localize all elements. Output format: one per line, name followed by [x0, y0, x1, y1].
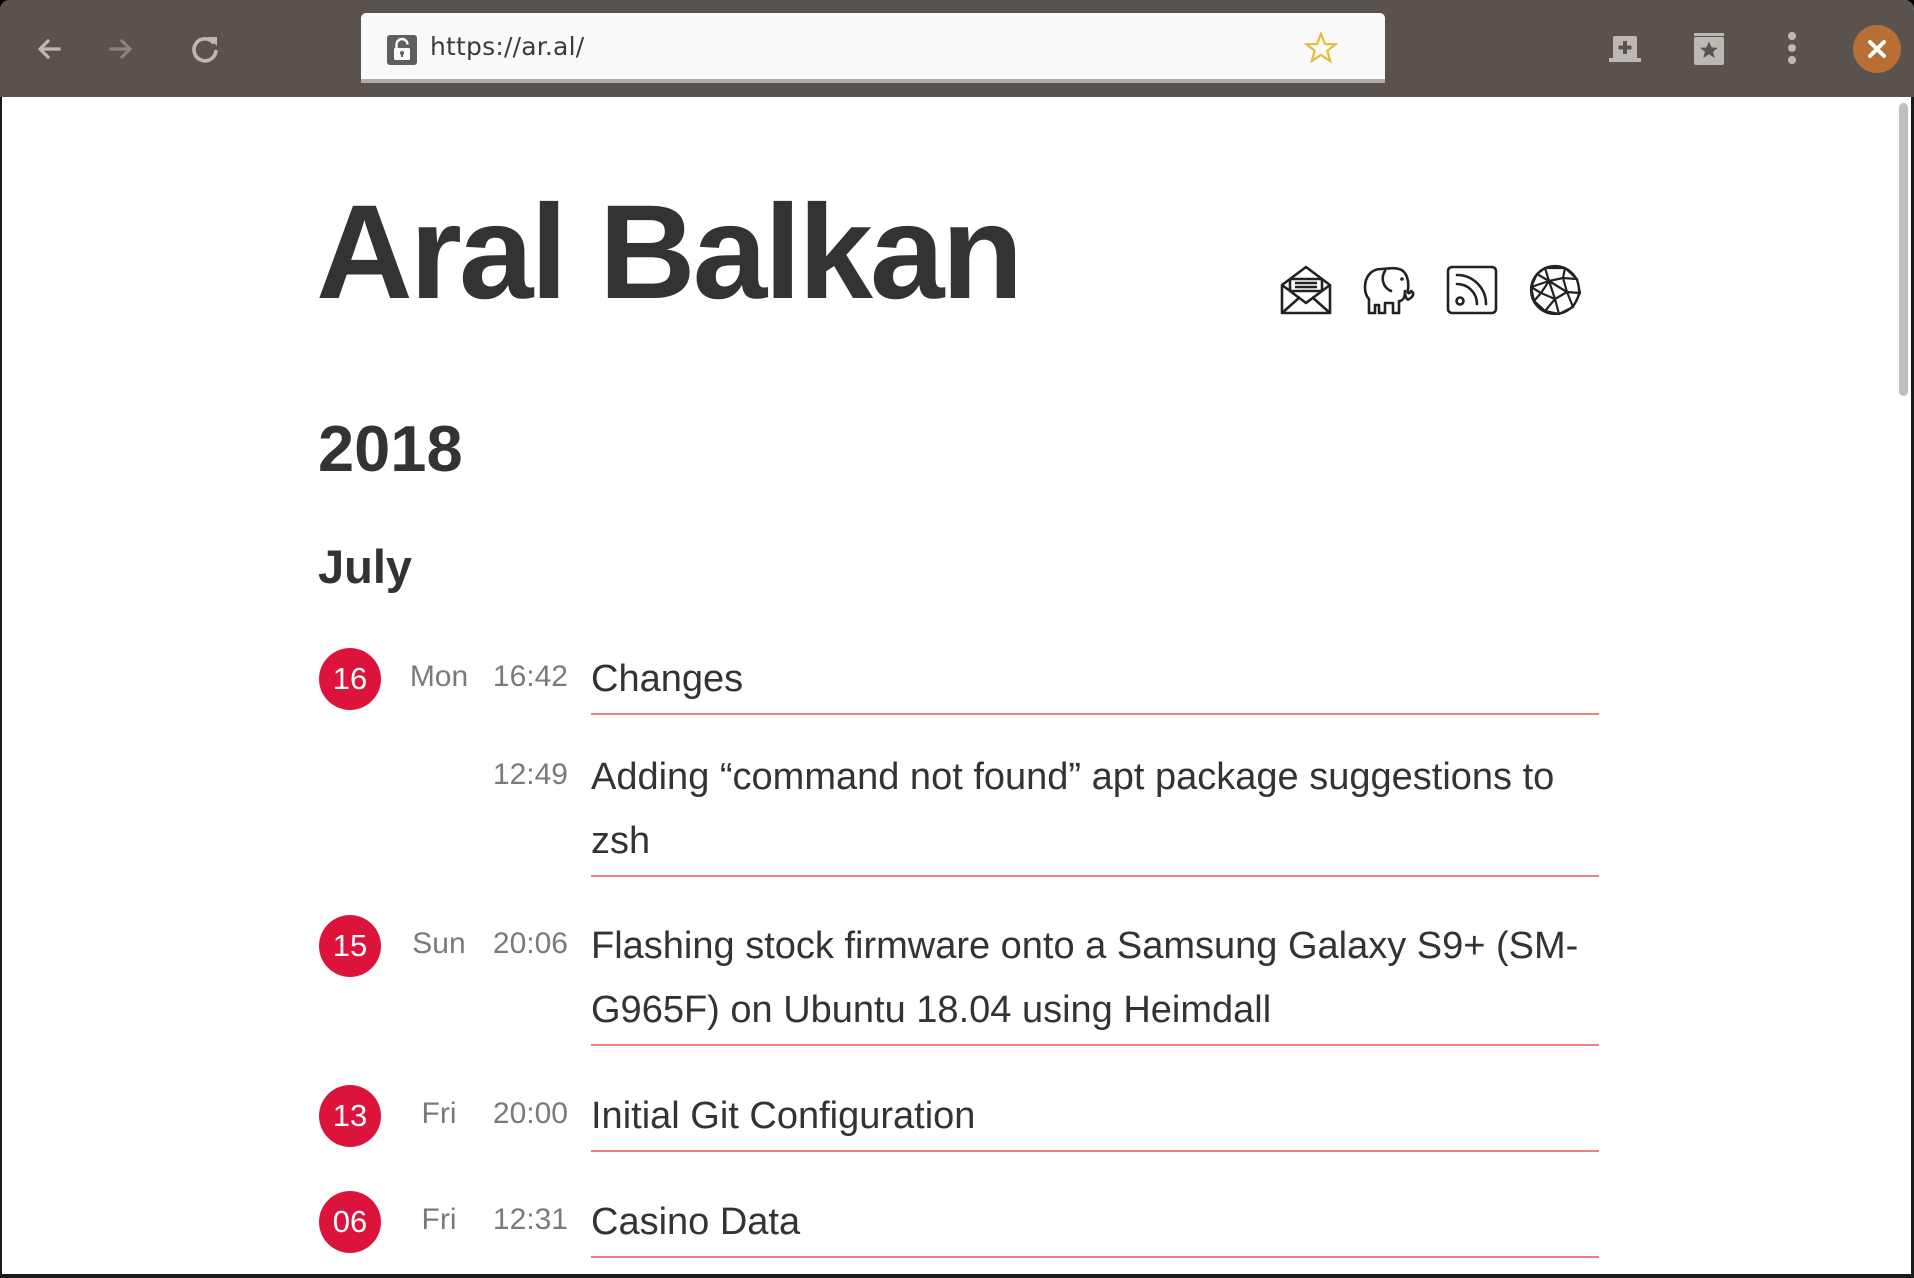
reload-icon — [192, 37, 218, 63]
address-bar[interactable] — [361, 13, 1385, 83]
date-badge: 13 — [319, 1085, 381, 1147]
date-badge: 16 — [319, 648, 381, 710]
bookmarks-icon — [1694, 33, 1724, 65]
url-input[interactable] — [430, 27, 1230, 67]
browser-window: Aral Balkan — [0, 0, 1914, 1278]
browser-toolbar — [0, 0, 1914, 97]
post-title-link[interactable]: Flashing stock firmware onto a Samsung G… — [591, 914, 1599, 1046]
back-button[interactable] — [24, 24, 74, 74]
post-time: 12:49 — [492, 758, 568, 791]
social-links — [1278, 261, 1583, 317]
menu-button[interactable] — [1767, 24, 1817, 74]
forward-button[interactable] — [96, 24, 146, 74]
post-title-link[interactable]: Adding “command not found” apt package s… — [591, 745, 1599, 877]
rss-link[interactable] — [1444, 261, 1500, 317]
post-day: Fri — [421, 1097, 457, 1130]
year-heading: 2018 — [318, 412, 463, 485]
post-title-link[interactable]: Changes — [591, 647, 1599, 715]
bookmark-star-icon[interactable] — [1304, 31, 1338, 65]
post-title-link[interactable]: Initial Git Configuration — [591, 1084, 1599, 1152]
web-page: Aral Balkan 2018 July 16 Mon 16:42 Chang… — [0, 97, 1914, 1278]
forward-arrow-icon — [109, 38, 133, 60]
post-time: 20:00 — [492, 1097, 568, 1130]
back-arrow-icon — [37, 38, 61, 60]
email-link[interactable] — [1278, 261, 1334, 317]
rss-feed-icon — [1446, 265, 1498, 315]
bookmarks-button[interactable] — [1684, 24, 1734, 74]
date-badge: 06 — [319, 1191, 381, 1253]
mastodon-link[interactable] — [1361, 261, 1417, 317]
close-window-button[interactable] — [1853, 25, 1901, 73]
post-day: Mon — [409, 660, 469, 693]
month-heading: July — [318, 540, 413, 593]
post-time: 12:31 — [492, 1203, 568, 1236]
post-time: 20:06 — [492, 927, 568, 960]
close-icon — [1868, 40, 1886, 58]
new-tab-button[interactable] — [1600, 24, 1650, 74]
reload-button[interactable] — [180, 24, 230, 74]
mastodon-elephant-icon — [1363, 266, 1415, 315]
post-time: 16:42 — [492, 660, 568, 693]
new-tab-icon — [1609, 36, 1641, 62]
more-vertical-icon — [1788, 32, 1796, 64]
post-title-link[interactable]: Casino Data — [591, 1190, 1599, 1258]
indienet-link[interactable] — [1527, 261, 1583, 317]
email-envelope-icon — [1280, 265, 1332, 315]
geodesic-sphere-icon — [1529, 264, 1582, 316]
date-badge: 15 — [319, 915, 381, 977]
post-day: Sun — [412, 927, 466, 960]
lock-icon[interactable] — [387, 35, 417, 65]
site-title[interactable]: Aral Balkan — [316, 173, 1023, 333]
post-day: Fri — [421, 1203, 457, 1236]
vertical-scrollbar[interactable] — [1899, 103, 1908, 396]
